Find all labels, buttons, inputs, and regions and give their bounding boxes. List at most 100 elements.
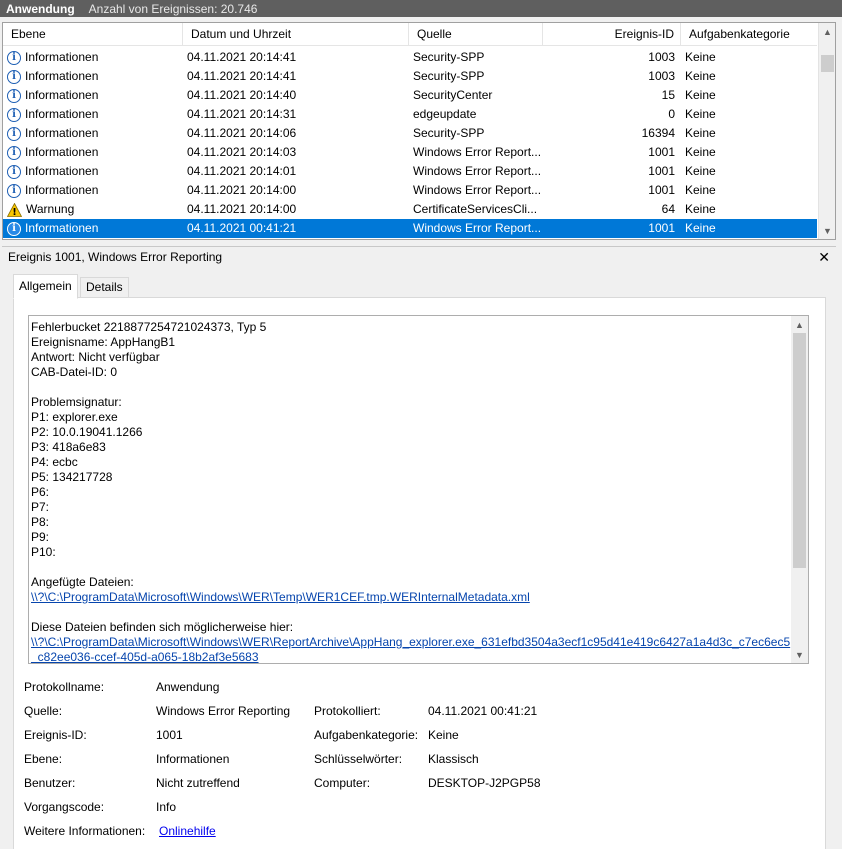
tab-allgemein[interactable]: Allgemein bbox=[13, 274, 78, 299]
table-row[interactable]: i Informationen 04.11.2021 20:14:03 Windows… bbox=[3, 143, 817, 162]
level-text: Informationen bbox=[25, 107, 99, 121]
cell-date: 04.11.2021 20:14:03 bbox=[187, 145, 297, 159]
cell-level: i Informationen bbox=[7, 105, 183, 124]
cell-date: 04.11.2021 20:14:00 bbox=[187, 183, 297, 197]
column-header-date[interactable]: Datum und Uhrzeit bbox=[183, 23, 409, 46]
value-protokolliert: 04.11.2021 00:41:21 bbox=[428, 704, 538, 718]
description-line: P4: ecbc bbox=[31, 455, 78, 469]
log-title: Anwendung bbox=[6, 1, 75, 16]
value-aufgabenkategorie: Keine bbox=[428, 728, 459, 742]
description-line: P1: explorer.exe bbox=[31, 410, 118, 424]
description-line: Antwort: Nicht verfügbar bbox=[31, 350, 160, 364]
cell-category: Keine bbox=[685, 221, 716, 235]
label-weitere-informationen: Weitere Informationen: bbox=[24, 824, 146, 838]
cell-category: Keine bbox=[685, 50, 716, 64]
value-ereignis-id: 1001 bbox=[156, 728, 183, 742]
table-row[interactable]: i Informationen 04.11.2021 20:14:06 Securit… bbox=[3, 124, 817, 143]
cell-category: Keine bbox=[685, 202, 716, 216]
value-protokollname: Anwendung bbox=[156, 680, 220, 694]
warning-icon: ! bbox=[7, 202, 22, 217]
cell-source: Security-SPP bbox=[413, 69, 485, 83]
description-line: P7: bbox=[31, 500, 50, 514]
level-text: Informationen bbox=[25, 145, 99, 159]
cell-level: i Informationen bbox=[7, 48, 183, 67]
description-scrollbar[interactable]: ▲ ▼ bbox=[791, 316, 808, 663]
general-tab-page: Fehlerbucket 2218877254721024373, Typ 5E… bbox=[13, 297, 826, 849]
cell-event-id: 1001 bbox=[648, 221, 675, 235]
level-text: Informationen bbox=[25, 88, 99, 102]
cell-category: Keine bbox=[685, 183, 716, 197]
cell-source: Windows Error Report... bbox=[413, 145, 542, 159]
online-help-link[interactable]: Onlinehilfe bbox=[159, 824, 216, 838]
cell-source: Windows Error Report... bbox=[413, 221, 542, 235]
cell-category: Keine bbox=[685, 145, 716, 159]
cell-event-id: 15 bbox=[661, 88, 675, 102]
attached-file-link[interactable]: \\?\C:\ProgramData\Microsoft\Windows\WER… bbox=[31, 590, 791, 605]
level-text: Informationen bbox=[25, 69, 99, 83]
column-header-source[interactable]: Quelle bbox=[409, 23, 543, 46]
table-row[interactable]: i Informationen 04.11.2021 00:41:21 Windows… bbox=[3, 219, 817, 238]
table-row[interactable]: i Informationen 04.11.2021 20:14:31 edgeupd… bbox=[3, 105, 817, 124]
table-row[interactable]: ! Warnung 04.11.2021 20:14:00 CertificateSe… bbox=[3, 200, 817, 219]
label-quelle: Quelle: bbox=[24, 704, 63, 718]
cell-category: Keine bbox=[685, 88, 716, 102]
event-list-scrollbar[interactable]: ▲ ▼ bbox=[818, 23, 835, 239]
info-icon: i bbox=[7, 126, 21, 141]
table-row[interactable]: i Informationen 04.11.2021 20:14:01 Windows… bbox=[3, 162, 817, 181]
table-row[interactable]: i Informationen 04.11.2021 20:14:41 Securit… bbox=[3, 48, 817, 67]
cell-level: i Informationen bbox=[7, 67, 183, 86]
cell-level: i Informationen bbox=[7, 86, 183, 105]
cell-category: Keine bbox=[685, 126, 716, 140]
table-row[interactable]: i Informationen 04.11.2021 20:14:40 Securit… bbox=[3, 86, 817, 105]
cell-category: Keine bbox=[685, 164, 716, 178]
cell-source: Windows Error Report... bbox=[413, 183, 542, 197]
archive-intro-text: Diese Dateien befinden sich möglicherwei… bbox=[31, 620, 294, 634]
label-computer: Computer: bbox=[314, 776, 371, 790]
description-line: P9: bbox=[31, 530, 50, 544]
cell-source: Security-SPP bbox=[413, 50, 485, 64]
scroll-down-icon[interactable]: ▼ bbox=[819, 222, 836, 239]
table-row[interactable]: i Informationen 04.11.2021 20:14:00 Windows… bbox=[3, 181, 817, 200]
scroll-down-icon[interactable]: ▼ bbox=[791, 646, 808, 663]
value-computer: DESKTOP-J2PGP58 bbox=[428, 776, 541, 790]
tab-details[interactable]: Details bbox=[80, 277, 129, 298]
scroll-thumb[interactable] bbox=[793, 333, 806, 568]
cell-event-id: 1001 bbox=[648, 145, 675, 159]
description-line: Ereignisname: AppHangB1 bbox=[31, 335, 176, 349]
info-icon: i bbox=[7, 164, 21, 179]
archive-link-continued[interactable]: _c82ee036-ccef-405d-a065-18b2af3e5683 bbox=[31, 650, 791, 663]
description-line: P2: 10.0.19041.1266 bbox=[31, 425, 143, 439]
column-header-event-id[interactable]: Ereignis-ID bbox=[543, 23, 681, 46]
cell-source: edgeupdate bbox=[413, 107, 477, 121]
level-text: Warnung bbox=[26, 202, 75, 216]
event-count: Anzahl von Ereignissen: 20.746 bbox=[88, 1, 258, 16]
event-description-text: Fehlerbucket 2218877254721024373, Typ 5E… bbox=[29, 316, 791, 663]
cell-date: 04.11.2021 00:41:21 bbox=[187, 221, 297, 235]
info-icon: i bbox=[7, 183, 21, 198]
column-header-category[interactable]: Aufgabenkategorie bbox=[681, 23, 817, 46]
description-line bbox=[31, 560, 791, 575]
event-list[interactable]: Ebene Datum und Uhrzeit Quelle Ereignis-… bbox=[2, 22, 836, 240]
column-header-level[interactable]: Ebene bbox=[3, 23, 183, 46]
cell-event-id: 64 bbox=[661, 202, 675, 216]
scroll-up-icon[interactable]: ▲ bbox=[819, 23, 836, 40]
description-line: P10: bbox=[31, 545, 56, 559]
label-ereignis-id: Ereignis-ID: bbox=[24, 728, 87, 742]
scroll-up-icon[interactable]: ▲ bbox=[791, 316, 808, 333]
label-ebene: Ebene: bbox=[24, 752, 63, 766]
table-row[interactable]: i Informationen 04.11.2021 20:14:41 Securit… bbox=[3, 67, 817, 86]
info-icon: i bbox=[7, 145, 21, 160]
archive-link[interactable]: \\?\C:\ProgramData\Microsoft\Windows\WER… bbox=[31, 635, 791, 650]
value-ebene: Informationen bbox=[156, 752, 230, 766]
value-vorgangscode: Info bbox=[156, 800, 177, 814]
cell-date: 04.11.2021 20:14:01 bbox=[187, 164, 297, 178]
description-line: P6: bbox=[31, 485, 50, 499]
info-icon: i bbox=[7, 107, 21, 122]
label-vorgangscode: Vorgangscode: bbox=[24, 800, 105, 814]
scroll-thumb[interactable] bbox=[821, 55, 834, 72]
close-icon[interactable]: ✕ bbox=[818, 247, 830, 267]
detail-title: Ereignis 1001, Windows Error Reporting bbox=[8, 250, 223, 264]
cell-date: 04.11.2021 20:14:41 bbox=[187, 50, 297, 64]
level-text: Informationen bbox=[25, 126, 99, 140]
event-description-box[interactable]: Fehlerbucket 2218877254721024373, Typ 5E… bbox=[28, 315, 809, 664]
